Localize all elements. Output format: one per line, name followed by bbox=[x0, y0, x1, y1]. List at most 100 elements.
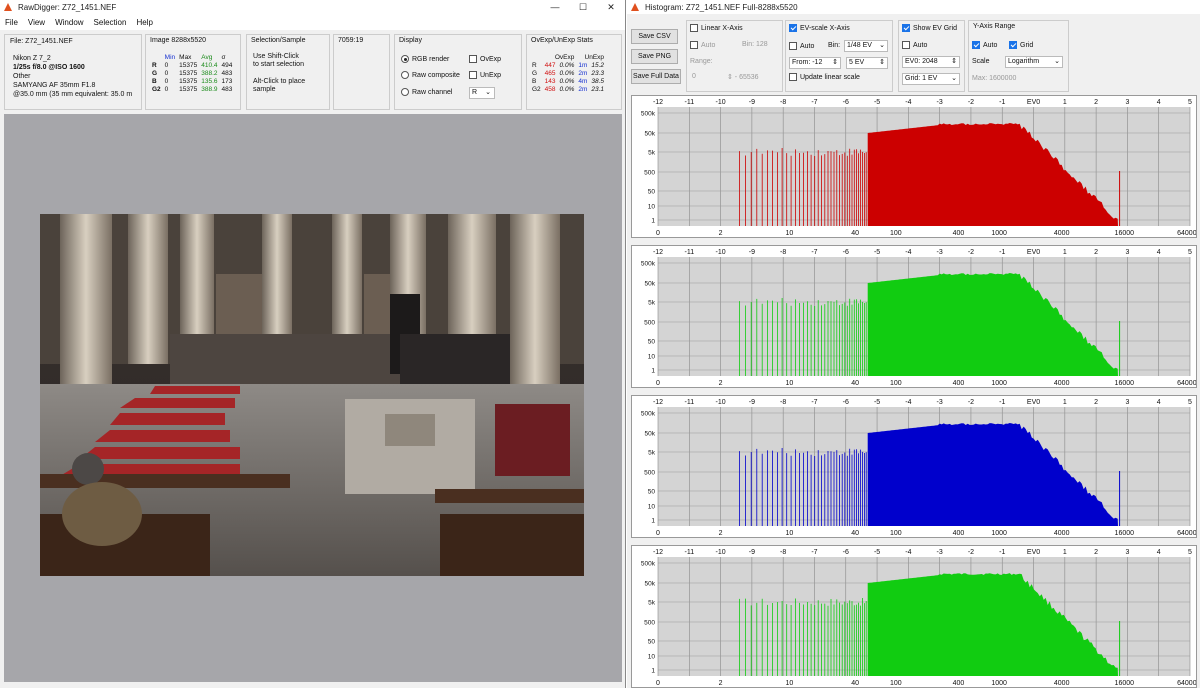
histogram-r[interactable]: -12 -11 -10 -9 -8 -7 -6 -5 -4 -3 -2 -1 EV0 1 2 3 4 5 500k 5… bbox=[631, 95, 1197, 238]
ev-from-input[interactable]: From: -12 ⇕ bbox=[789, 57, 841, 69]
ev-tick-label: 5 bbox=[1188, 249, 1192, 256]
camera-model: Nikon Z 7_2 bbox=[13, 55, 51, 62]
checkbox-icon[interactable] bbox=[789, 73, 797, 81]
rawdigger-main-window: RawDigger: Z72_1451.NEF — ☐ ✕ File View … bbox=[0, 0, 626, 688]
minimize-icon[interactable]: — bbox=[541, 0, 569, 14]
checkbox-icon[interactable] bbox=[902, 41, 910, 49]
linear-tick-label: 2 bbox=[719, 380, 723, 387]
scale-select[interactable]: Logarithm ⌄ bbox=[1005, 56, 1063, 68]
save-full-data-button[interactable]: Save Full Data bbox=[631, 69, 681, 84]
y-grid-toggle[interactable]: Grid bbox=[1009, 41, 1033, 49]
linear-tick-label: 10 bbox=[786, 680, 794, 687]
save-csv-button[interactable]: Save CSV bbox=[631, 29, 678, 44]
ev-tick-label: -5 bbox=[874, 549, 880, 556]
ev-tick-label: 2 bbox=[1094, 399, 1098, 406]
checkbox-icon[interactable] bbox=[469, 71, 477, 79]
y-tick-label: 1 bbox=[651, 518, 655, 525]
ev-auto-toggle[interactable]: Auto bbox=[789, 42, 814, 50]
main-titlebar: RawDigger: Z72_1451.NEF — ☐ ✕ bbox=[0, 0, 625, 14]
checkbox-icon[interactable] bbox=[789, 24, 797, 32]
checkbox-icon[interactable] bbox=[972, 41, 980, 49]
linear-tick-label: 1000 bbox=[991, 230, 1007, 237]
ev-tick-label: -3 bbox=[937, 549, 943, 556]
y-tick-label: 10 bbox=[648, 504, 656, 511]
ev-tick-label: -2 bbox=[968, 249, 974, 256]
range-to[interactable]: ⇕ - 65536 bbox=[727, 73, 759, 81]
ev-tick-label: 3 bbox=[1125, 99, 1129, 106]
stats-header bbox=[150, 53, 163, 61]
linear-tick-label: 2 bbox=[719, 530, 723, 537]
range-from[interactable]: 0 bbox=[692, 73, 696, 80]
y-auto-toggle[interactable]: Auto bbox=[972, 41, 997, 49]
ev-bin-label: Bin: bbox=[828, 42, 841, 49]
ovexp-row: R 447 0.0% 1m 15.2 bbox=[532, 61, 605, 69]
menu-file[interactable]: File bbox=[0, 18, 23, 27]
ovexp-toggle[interactable]: OvExp bbox=[469, 55, 501, 63]
selection-title: Selection/Sample bbox=[251, 37, 306, 44]
grid-auto-toggle[interactable]: Auto bbox=[902, 41, 927, 49]
rawdigger-app-icon bbox=[631, 3, 639, 11]
checkbox-icon[interactable] bbox=[902, 24, 910, 32]
histogram-b[interactable]: -12 -11 -10 -9 -8 -7 -6 -5 -4 -3 -2 -1 EV0 1 2 3 4 5 500k 5… bbox=[631, 395, 1197, 538]
linear-auto-toggle[interactable]: Auto bbox=[690, 41, 715, 49]
ev-tick-label: -2 bbox=[968, 399, 974, 406]
ev-to-input[interactable]: 5 EV ⇕ bbox=[846, 57, 888, 69]
radio-icon[interactable] bbox=[401, 88, 409, 96]
ev-tick-label: -8 bbox=[780, 399, 786, 406]
save-png-button[interactable]: Save PNG bbox=[631, 49, 678, 64]
checkbox-icon[interactable] bbox=[690, 24, 698, 32]
radio-icon[interactable] bbox=[401, 71, 409, 79]
show-ev-grid-toggle[interactable]: Show EV Grid bbox=[902, 24, 957, 32]
linear-tick-label: 400 bbox=[953, 230, 965, 237]
grid-step-select[interactable]: Grid: 1 EV ⌄ bbox=[902, 73, 960, 85]
linear-tick-label: 10 bbox=[786, 380, 794, 387]
maximize-icon[interactable]: ☐ bbox=[569, 0, 597, 14]
linear-x-toggle[interactable]: Linear X-Axis bbox=[690, 24, 743, 32]
radio-icon[interactable] bbox=[401, 55, 409, 63]
linear-tick-label: 2 bbox=[719, 680, 723, 687]
image-viewer[interactable] bbox=[4, 114, 622, 682]
linear-tick-label: 0 bbox=[656, 530, 660, 537]
spinner-icon: ⇕ bbox=[879, 59, 885, 66]
y-tick-label: 500 bbox=[644, 620, 655, 627]
menu-view[interactable]: View bbox=[23, 18, 50, 27]
chevron-down-icon: ⌄ bbox=[485, 89, 491, 96]
ovexp-table: OvExp UnExp R 447 0.0% 1m 15.2 G 465 0.0% 2m 23.3… bbox=[532, 53, 605, 93]
ovexp-stats-title: OvExp/UnExp Stats bbox=[531, 37, 593, 44]
raw-composite-option[interactable]: Raw composite bbox=[401, 71, 460, 79]
linear-tick-label: 4000 bbox=[1054, 230, 1070, 237]
checkbox-icon[interactable] bbox=[469, 55, 477, 63]
ev-tick-label: -11 bbox=[684, 99, 694, 106]
ev-tick-label: -12 bbox=[653, 549, 663, 556]
rgb-render-option[interactable]: RGB render bbox=[401, 55, 449, 63]
ev0-input[interactable]: EV0: 2048 ⇕ bbox=[902, 56, 960, 68]
menu-selection[interactable]: Selection bbox=[89, 18, 132, 27]
close-icon[interactable]: ✕ bbox=[597, 0, 625, 14]
ev-tick-label: -8 bbox=[780, 549, 786, 556]
linear-tick-label: 100 bbox=[890, 230, 902, 237]
unexp-toggle[interactable]: UnExp bbox=[469, 71, 501, 79]
menu-window[interactable]: Window bbox=[50, 18, 88, 27]
linear-tick-label: 40 bbox=[851, 530, 859, 537]
ev-tick-label: -4 bbox=[905, 99, 911, 106]
stats-row: G 0 15375 388.2 483 bbox=[152, 69, 233, 77]
ev-tick-label: -8 bbox=[780, 99, 786, 106]
range-label: Range: bbox=[690, 58, 713, 65]
checkbox-icon[interactable] bbox=[690, 41, 698, 49]
raw-photo[interactable] bbox=[40, 214, 584, 576]
y-range-panel: Y-Axis Range Auto Grid Scale Logarithm ⌄ … bbox=[968, 20, 1069, 92]
y-tick-label: 50k bbox=[645, 581, 656, 588]
raw-channel-select[interactable]: R ⌄ bbox=[469, 87, 495, 99]
checkbox-icon[interactable] bbox=[1009, 41, 1017, 49]
ev-bin-select[interactable]: 1/48 EV ⌄ bbox=[844, 40, 888, 52]
checkbox-icon[interactable] bbox=[789, 42, 797, 50]
histogram-g2[interactable]: -12 -11 -10 -9 -8 -7 -6 -5 -4 -3 -2 -1 EV0 1 2 3 4 5 500k 5… bbox=[631, 545, 1197, 688]
histogram-g[interactable]: -12 -11 -10 -9 -8 -7 -6 -5 -4 -3 -2 -1 EV0 1 2 3 4 5 500k 5… bbox=[631, 245, 1197, 388]
menu-help[interactable]: Help bbox=[131, 18, 157, 27]
raw-channel-option[interactable]: Raw channel bbox=[401, 88, 452, 96]
ev-tick-label: 2 bbox=[1094, 249, 1098, 256]
update-linear-toggle[interactable]: Update linear scale bbox=[789, 73, 860, 81]
ev-scale-toggle[interactable]: EV-scale X-Axis bbox=[789, 24, 850, 32]
ev-tick-label: -1 bbox=[999, 249, 1005, 256]
ev-tick-label: -6 bbox=[843, 399, 849, 406]
